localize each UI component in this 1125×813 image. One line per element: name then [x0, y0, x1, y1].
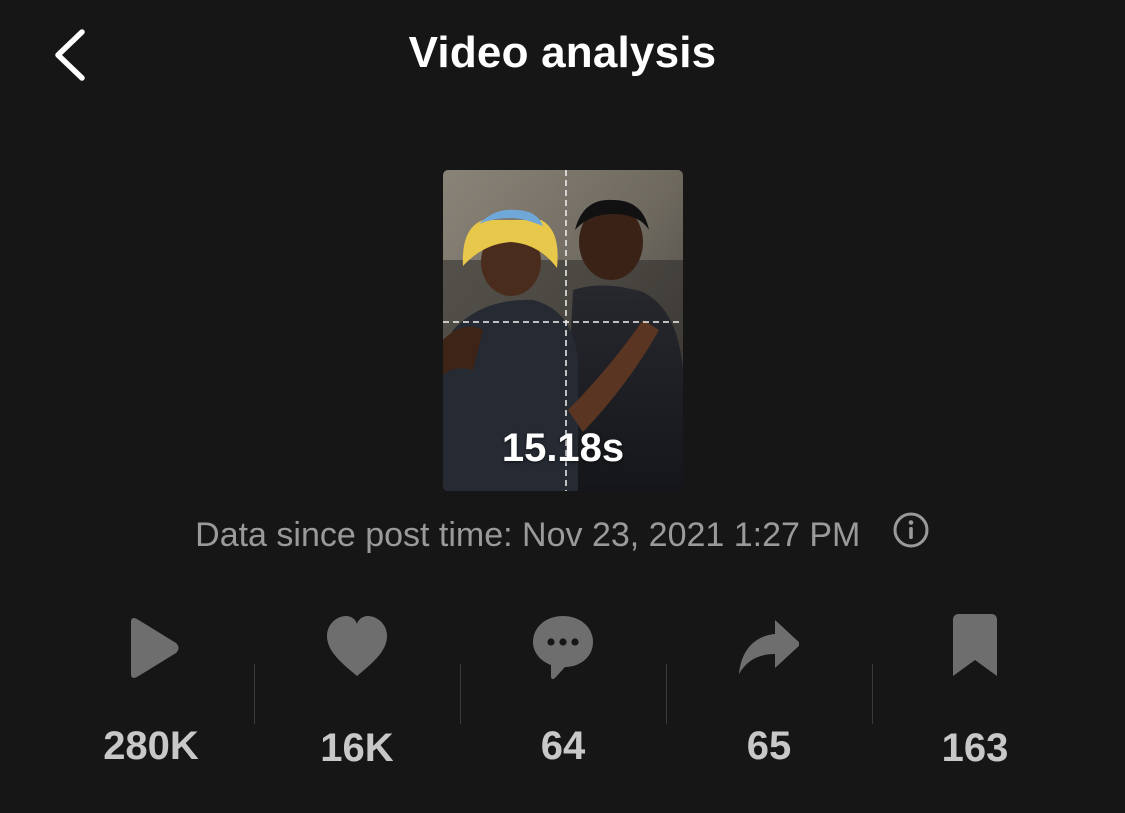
- stat-shares-value: 65: [746, 724, 792, 768]
- heart-icon: [327, 616, 387, 676]
- page-title: Video analysis: [408, 28, 717, 77]
- stat-comments-value: 64: [540, 724, 586, 768]
- bookmark-icon: [953, 614, 997, 676]
- share-icon: [739, 620, 799, 674]
- stat-likes-value: 16K: [320, 726, 394, 770]
- stat-views: 280K: [48, 612, 254, 782]
- post-time-row: Data since post time: Nov 23, 2021 1:27 …: [0, 512, 1125, 558]
- video-duration: 15.18s: [501, 426, 625, 470]
- comment-icon: [533, 616, 593, 680]
- info-circle-icon[interactable]: [892, 511, 930, 558]
- play-icon: [131, 618, 179, 678]
- post-time-text: Data since post time: Nov 23, 2021 1:27 …: [195, 516, 861, 554]
- stat-views-value: 280K: [103, 724, 199, 768]
- stats-row: 280K 16K 64 65 163: [48, 612, 1078, 782]
- stat-favorites: 163: [872, 612, 1078, 782]
- stat-likes: 16K: [254, 612, 460, 782]
- video-thumbnail[interactable]: 15.18s: [443, 170, 683, 491]
- stat-shares: 65: [666, 612, 872, 782]
- stat-favorites-value: 163: [941, 726, 1009, 770]
- video-analysis-screen: Video analysis 15.18s Data since post ti…: [0, 0, 1125, 813]
- stat-comments: 64: [460, 612, 666, 782]
